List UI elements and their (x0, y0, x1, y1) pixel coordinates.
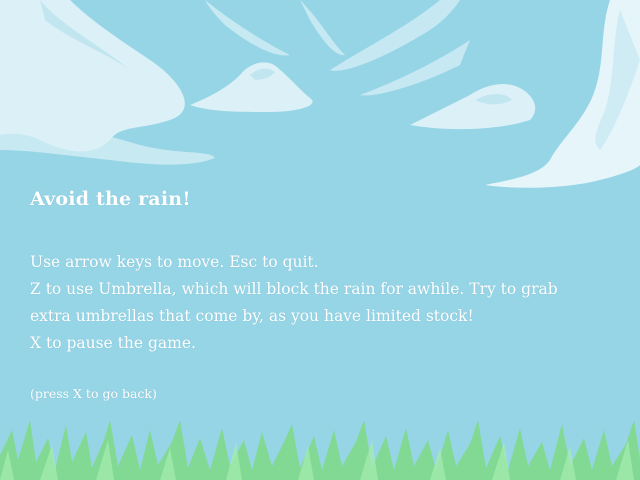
instructions-title: Avoid the rain! (30, 188, 191, 210)
cloud-top-left (0, 0, 215, 165)
grass (0, 420, 640, 480)
instruction-line-pause: X to pause the game. (30, 334, 196, 352)
instruction-line-umbrella-stock: extra umbrellas that come by, as you hav… (30, 307, 474, 325)
cloud-middle-right (410, 84, 536, 130)
back-hint: (press X to go back) (30, 386, 157, 401)
sky-background (0, 0, 640, 480)
instruction-line-umbrella: Z to use Umbrella, which will block the … (30, 280, 558, 298)
instruction-line-move: Use arrow keys to move. Esc to quit. (30, 253, 319, 271)
cloud-middle (190, 62, 313, 112)
instructions-screen: Avoid the rain! Use arrow keys to move. … (0, 0, 640, 480)
